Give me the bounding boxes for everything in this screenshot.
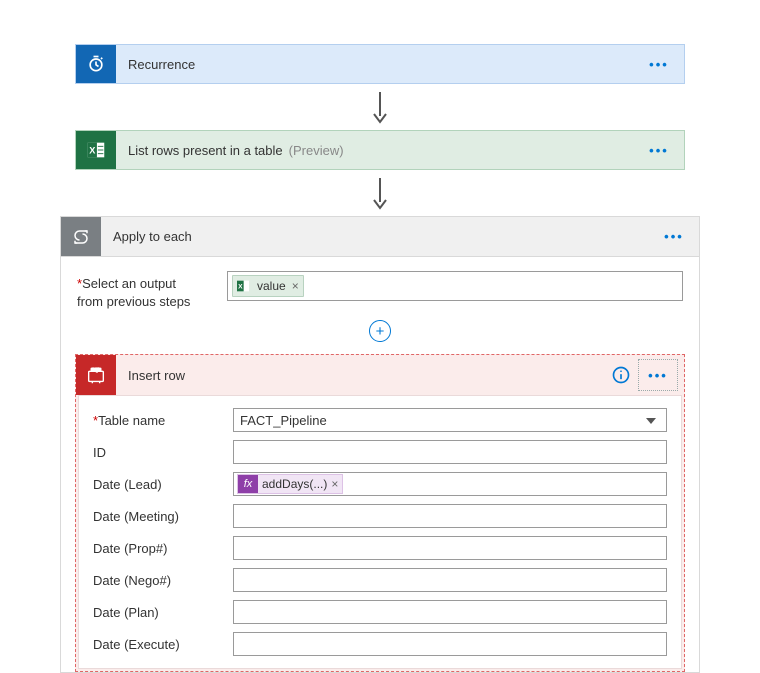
field-label: Date (Meeting) (93, 509, 233, 524)
field-label: Date (Prop#) (93, 541, 233, 556)
info-icon[interactable] (604, 355, 638, 395)
field-date-prop: Date (Prop#) (93, 536, 667, 560)
svg-text:X: X (238, 284, 243, 291)
loop-icon (61, 217, 101, 256)
apply-to-each-menu[interactable]: ••• (649, 217, 699, 256)
field-label: *Table name (93, 413, 233, 428)
select-output-label: *Select an output from previous steps (77, 271, 207, 310)
fx-icon: fx (238, 475, 258, 493)
excel-icon: X (233, 276, 253, 296)
date-prop-input[interactable] (233, 536, 667, 560)
field-date-nego: Date (Nego#) (93, 568, 667, 592)
remove-token-icon[interactable]: × (292, 279, 299, 293)
field-label: Date (Plan) (93, 605, 233, 620)
date-execute-input[interactable] (233, 632, 667, 656)
date-lead-input[interactable]: fx addDays(...) × (233, 472, 667, 496)
date-meeting-input[interactable] (233, 504, 667, 528)
field-id: ID (93, 440, 667, 464)
fx-text: addDays(...) (262, 477, 327, 491)
field-table-name: *Table name FACT_Pipeline (93, 408, 667, 432)
apply-to-each-card[interactable]: Apply to each ••• (60, 216, 700, 256)
recurrence-menu[interactable]: ••• (634, 45, 684, 83)
apply-to-each-label: Apply to each (101, 217, 649, 256)
insert-row-body: *Table name FACT_Pipeline ID Date (Lead)… (78, 395, 682, 669)
token-text: value (257, 279, 288, 293)
value-token[interactable]: X value × (232, 275, 304, 297)
field-date-execute: Date (Execute) (93, 632, 667, 656)
insert-row-title: Insert row (116, 355, 604, 395)
field-label: ID (93, 445, 233, 460)
arrow-icon (0, 90, 760, 124)
list-rows-menu[interactable]: ••• (634, 131, 684, 169)
field-date-plan: Date (Plan) (93, 600, 667, 624)
recurrence-label: Recurrence (116, 45, 634, 83)
remove-token-icon[interactable]: × (331, 477, 338, 491)
list-rows-card[interactable]: X List rows present in a table(Preview) … (75, 130, 685, 170)
date-plan-input[interactable] (233, 600, 667, 624)
excel-icon: X (76, 131, 116, 169)
select-output-row: *Select an output from previous steps X … (77, 271, 683, 310)
add-action-button[interactable]: + (369, 320, 391, 342)
table-name-select[interactable]: FACT_Pipeline (233, 408, 667, 432)
id-input[interactable] (233, 440, 667, 464)
date-nego-input[interactable] (233, 568, 667, 592)
field-label: Date (Nego#) (93, 573, 233, 588)
recurrence-card[interactable]: Recurrence ••• (75, 44, 685, 84)
arrow-icon (0, 176, 760, 210)
insert-row-menu[interactable]: ••• (638, 359, 678, 391)
insert-row-header[interactable]: SQL Insert row ••• (76, 355, 684, 395)
sql-icon: SQL (76, 355, 116, 395)
select-output-input[interactable]: X value × (227, 271, 683, 301)
insert-row-card: SQL Insert row ••• *Table name FACT_Pipe… (75, 354, 685, 672)
clock-icon (76, 45, 116, 83)
svg-text:SQL: SQL (92, 367, 101, 372)
field-label: Date (Execute) (93, 637, 233, 652)
svg-text:X: X (89, 146, 96, 156)
field-label: Date (Lead) (93, 477, 233, 492)
field-date-meeting: Date (Meeting) (93, 504, 667, 528)
field-date-lead: Date (Lead) fx addDays(...) × (93, 472, 667, 496)
list-rows-label: List rows present in a table(Preview) (116, 131, 634, 169)
fx-token[interactable]: fx addDays(...) × (237, 474, 343, 494)
apply-to-each-body: *Select an output from previous steps X … (60, 256, 700, 673)
